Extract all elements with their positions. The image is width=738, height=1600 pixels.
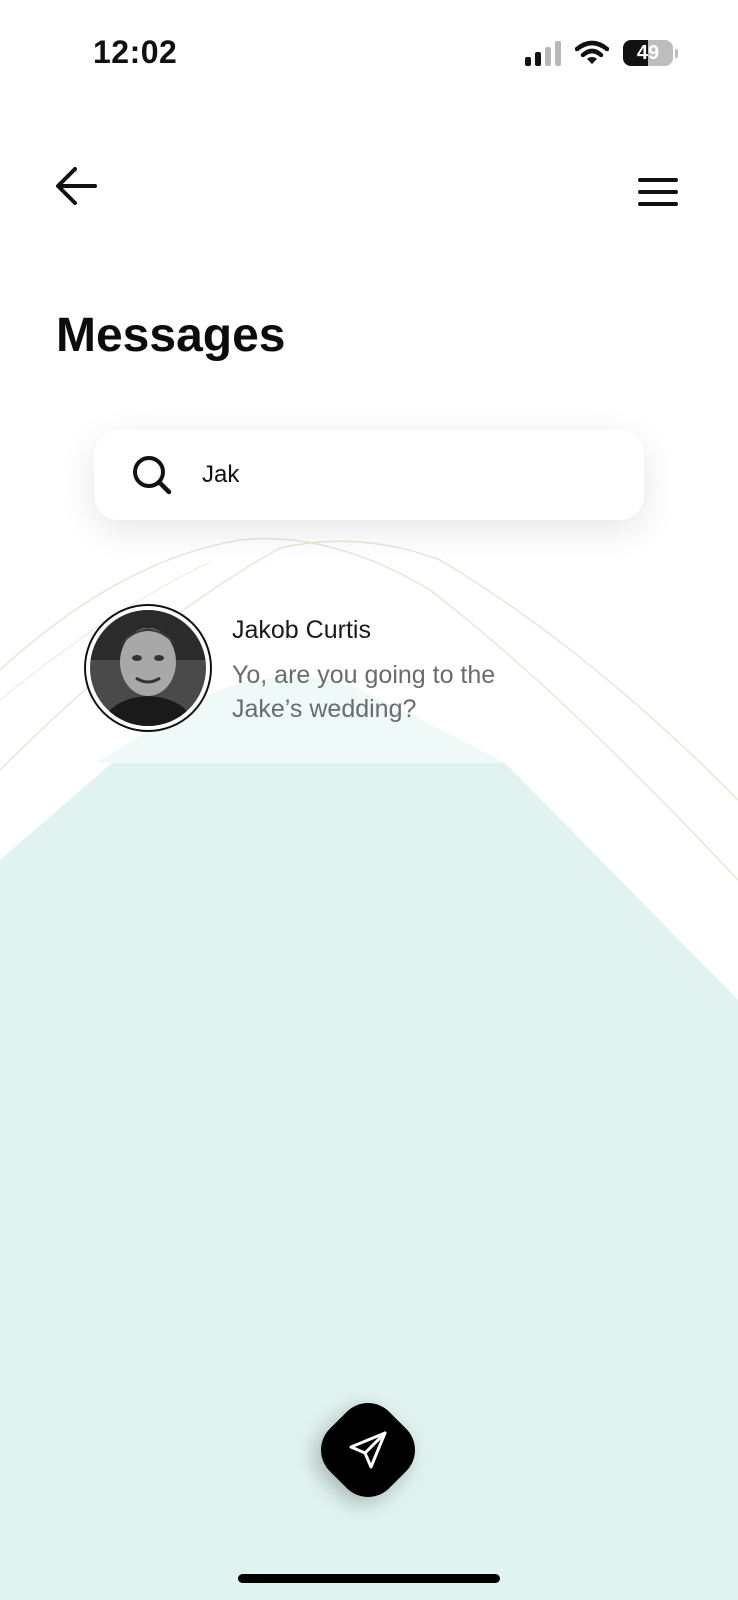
search-icon bbox=[130, 453, 174, 497]
home-indicator[interactable] bbox=[238, 1574, 500, 1583]
status-icons: 49 bbox=[525, 38, 678, 68]
menu-button[interactable] bbox=[636, 170, 680, 214]
wifi-icon bbox=[575, 40, 609, 64]
arrow-left-icon bbox=[56, 167, 97, 205]
message-preview: Yo, are you going to the Jake’s wedding? bbox=[232, 661, 496, 723]
battery-tip bbox=[675, 48, 678, 58]
conversation-item[interactable]: Jakob Curtis Yo, are you going to the Ja… bbox=[84, 604, 644, 734]
send-icon bbox=[349, 1431, 387, 1469]
signal-icon bbox=[525, 40, 561, 66]
search-input[interactable] bbox=[200, 460, 584, 490]
avatar-photo bbox=[90, 610, 206, 726]
back-button[interactable] bbox=[54, 164, 98, 208]
background-decoration bbox=[0, 537, 738, 1600]
send-button[interactable] bbox=[308, 1390, 428, 1510]
battery-percent: 49 bbox=[636, 41, 660, 64]
contact-name: Jakob Curtis bbox=[232, 616, 371, 644]
avatar bbox=[84, 604, 212, 732]
hamburger-menu-icon bbox=[638, 178, 678, 206]
status-time: 12:02 bbox=[93, 34, 178, 70]
page-title: Messages bbox=[56, 309, 286, 362]
battery-icon: 49 bbox=[623, 40, 673, 66]
search-bar[interactable] bbox=[94, 430, 644, 520]
